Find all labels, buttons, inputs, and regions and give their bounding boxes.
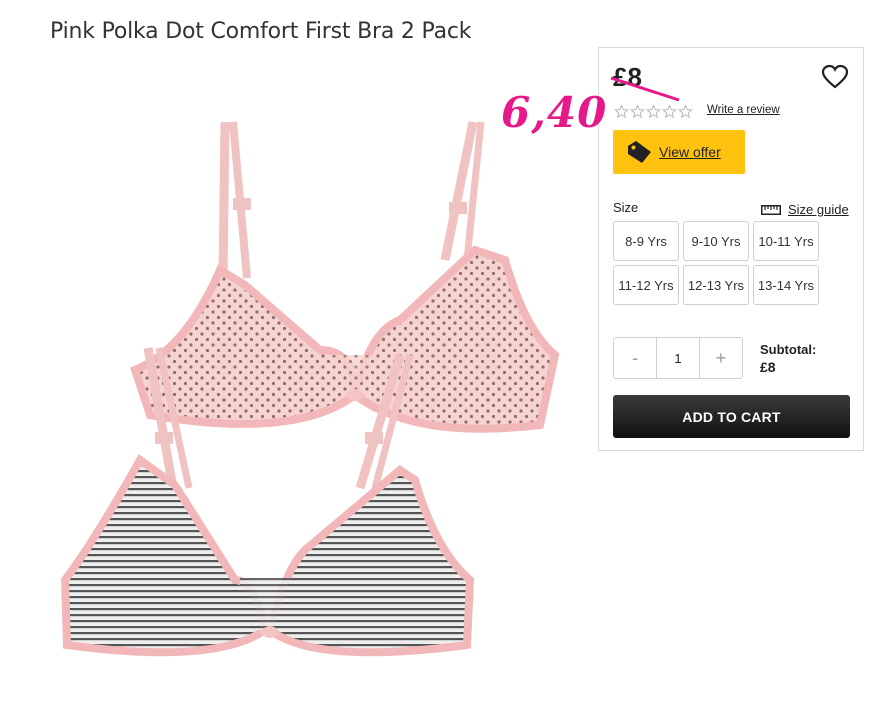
subtotal-label: Subtotal: (760, 342, 817, 357)
star-icon (614, 104, 629, 119)
price-tag-icon (628, 141, 651, 163)
original-price: £8 (610, 62, 680, 102)
product-image (60, 121, 560, 657)
star-icon (646, 104, 661, 119)
quantity-value[interactable]: 1 (656, 338, 700, 378)
size-option[interactable]: 13-14 Yrs (753, 265, 819, 305)
product-title: Pink Polka Dot Comfort First Bra 2 Pack (50, 18, 472, 44)
size-option[interactable]: 11-12 Yrs (613, 265, 679, 305)
ruler-icon (761, 204, 781, 215)
subtotal-value: £8 (760, 359, 776, 375)
quantity-increase-button[interactable]: + (700, 338, 742, 378)
size-guide-link[interactable]: Size guide (761, 202, 849, 217)
size-guide-label: Size guide (788, 202, 849, 217)
sale-price-annotation: 6,40 (501, 88, 608, 137)
add-to-cart-button[interactable]: ADD TO CART (613, 395, 850, 438)
rating-stars[interactable] (614, 104, 693, 119)
size-label: Size (613, 200, 639, 215)
purchase-panel: £8 6,40 Write a review View offer Size S… (501, 47, 864, 451)
size-option[interactable]: 8-9 Yrs (613, 221, 679, 261)
size-option[interactable]: 12-13 Yrs (683, 265, 749, 305)
size-options: 8-9 Yrs 9-10 Yrs 10-11 Yrs 11-12 Yrs 12-… (613, 221, 819, 305)
write-review-link[interactable]: Write a review (707, 104, 780, 116)
view-offer-label: View offer (659, 144, 721, 160)
heart-icon[interactable] (821, 64, 849, 90)
view-offer-button[interactable]: View offer (613, 130, 745, 174)
size-option[interactable]: 10-11 Yrs (753, 221, 819, 261)
star-icon (630, 104, 645, 119)
star-icon (662, 104, 677, 119)
size-option[interactable]: 9-10 Yrs (683, 221, 749, 261)
star-icon (678, 104, 693, 119)
price-strikethrough (610, 76, 680, 102)
quantity-stepper: - 1 + (613, 337, 743, 379)
quantity-decrease-button[interactable]: - (614, 338, 656, 378)
